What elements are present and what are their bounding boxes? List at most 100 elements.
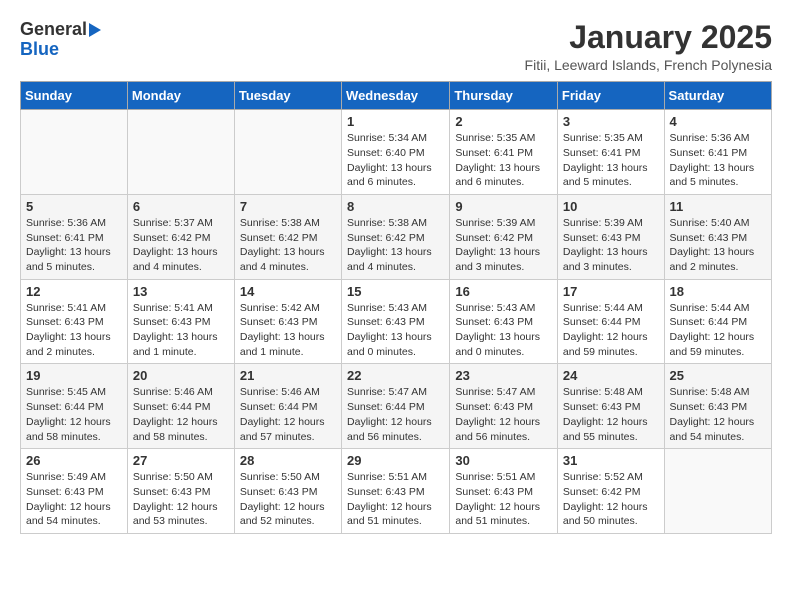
day-number: 24 xyxy=(563,368,659,383)
day-info: Sunrise: 5:49 AM Sunset: 6:43 PM Dayligh… xyxy=(26,470,122,529)
table-row xyxy=(21,110,128,195)
day-info: Sunrise: 5:41 AM Sunset: 6:43 PM Dayligh… xyxy=(133,301,229,360)
weekday-header-row: Sunday Monday Tuesday Wednesday Thursday… xyxy=(21,82,772,110)
day-info: Sunrise: 5:48 AM Sunset: 6:43 PM Dayligh… xyxy=(563,385,659,444)
header-sunday: Sunday xyxy=(21,82,128,110)
day-number: 14 xyxy=(240,284,336,299)
table-row: 30 Sunrise: 5:51 AM Sunset: 6:43 PM Dayli… xyxy=(450,449,558,534)
day-number: 28 xyxy=(240,453,336,468)
header-monday: Monday xyxy=(127,82,234,110)
day-number: 11 xyxy=(670,199,766,214)
day-number: 30 xyxy=(455,453,552,468)
day-info: Sunrise: 5:44 AM Sunset: 6:44 PM Dayligh… xyxy=(670,301,766,360)
table-row: 19 Sunrise: 5:45 AM Sunset: 6:44 PM Dayli… xyxy=(21,364,128,449)
table-row: 24 Sunrise: 5:48 AM Sunset: 6:43 PM Dayli… xyxy=(557,364,664,449)
logo-arrow-icon xyxy=(89,23,101,37)
day-info: Sunrise: 5:41 AM Sunset: 6:43 PM Dayligh… xyxy=(26,301,122,360)
day-info: Sunrise: 5:50 AM Sunset: 6:43 PM Dayligh… xyxy=(133,470,229,529)
location-subtitle: Fitii, Leeward Islands, French Polynesia xyxy=(525,57,772,73)
day-info: Sunrise: 5:43 AM Sunset: 6:43 PM Dayligh… xyxy=(347,301,444,360)
day-number: 16 xyxy=(455,284,552,299)
table-row: 1Sunrise: 5:34 AM Sunset: 6:40 PM Daylig… xyxy=(342,110,450,195)
day-number: 18 xyxy=(670,284,766,299)
table-row: 18 Sunrise: 5:44 AM Sunset: 6:44 PM Dayli… xyxy=(664,279,771,364)
day-info: Sunrise: 5:42 AM Sunset: 6:43 PM Dayligh… xyxy=(240,301,336,360)
day-number: 23 xyxy=(455,368,552,383)
day-number: 5 xyxy=(26,199,122,214)
table-row: 16 Sunrise: 5:43 AM Sunset: 6:43 PM Dayli… xyxy=(450,279,558,364)
table-row: 20Sunrise: 5:46 AM Sunset: 6:44 PM Dayli… xyxy=(127,364,234,449)
table-row: 12 Sunrise: 5:41 AM Sunset: 6:43 PM Dayli… xyxy=(21,279,128,364)
day-number: 6 xyxy=(133,199,229,214)
day-number: 3 xyxy=(563,114,659,129)
table-row: 14 Sunrise: 5:42 AM Sunset: 6:43 PM Dayli… xyxy=(234,279,341,364)
header-friday: Friday xyxy=(557,82,664,110)
logo: General Blue xyxy=(20,20,101,60)
day-info: Sunrise: 5:36 AM Sunset: 6:41 PM Dayligh… xyxy=(26,216,122,275)
title-block: January 2025 Fitii, Leeward Islands, Fre… xyxy=(525,20,772,73)
day-info: Sunrise: 5:44 AM Sunset: 6:44 PM Dayligh… xyxy=(563,301,659,360)
header: General Blue January 2025 Fitii, Leeward… xyxy=(20,20,772,73)
day-number: 19 xyxy=(26,368,122,383)
day-info: Sunrise: 5:36 AM Sunset: 6:41 PM Dayligh… xyxy=(670,131,766,190)
day-info: Sunrise: 5:48 AM Sunset: 6:43 PM Dayligh… xyxy=(670,385,766,444)
day-number: 12 xyxy=(26,284,122,299)
day-info: Sunrise: 5:51 AM Sunset: 6:43 PM Dayligh… xyxy=(455,470,552,529)
day-number: 8 xyxy=(347,199,444,214)
day-info: Sunrise: 5:38 AM Sunset: 6:42 PM Dayligh… xyxy=(240,216,336,275)
month-title: January 2025 xyxy=(525,20,772,55)
day-number: 17 xyxy=(563,284,659,299)
day-info: Sunrise: 5:50 AM Sunset: 6:43 PM Dayligh… xyxy=(240,470,336,529)
header-wednesday: Wednesday xyxy=(342,82,450,110)
day-info: Sunrise: 5:37 AM Sunset: 6:42 PM Dayligh… xyxy=(133,216,229,275)
table-row: 25 Sunrise: 5:48 AM Sunset: 6:43 PM Dayli… xyxy=(664,364,771,449)
day-number: 4 xyxy=(670,114,766,129)
table-row: 27Sunrise: 5:50 AM Sunset: 6:43 PM Dayli… xyxy=(127,449,234,534)
day-number: 29 xyxy=(347,453,444,468)
table-row: 29 Sunrise: 5:51 AM Sunset: 6:43 PM Dayli… xyxy=(342,449,450,534)
day-number: 9 xyxy=(455,199,552,214)
logo-general-text: General xyxy=(20,20,87,40)
table-row: 5 Sunrise: 5:36 AM Sunset: 6:41 PM Daylig… xyxy=(21,194,128,279)
calendar-week-row: 26 Sunrise: 5:49 AM Sunset: 6:43 PM Dayli… xyxy=(21,449,772,534)
day-number: 25 xyxy=(670,368,766,383)
header-saturday: Saturday xyxy=(664,82,771,110)
day-info: Sunrise: 5:46 AM Sunset: 6:44 PM Dayligh… xyxy=(133,385,229,444)
header-thursday: Thursday xyxy=(450,82,558,110)
table-row: 9Sunrise: 5:39 AM Sunset: 6:42 PM Daylig… xyxy=(450,194,558,279)
day-info: Sunrise: 5:40 AM Sunset: 6:43 PM Dayligh… xyxy=(670,216,766,275)
day-number: 7 xyxy=(240,199,336,214)
main-container: General Blue January 2025 Fitii, Leeward… xyxy=(0,0,792,544)
calendar-table: Sunday Monday Tuesday Wednesday Thursday… xyxy=(20,81,772,534)
day-info: Sunrise: 5:39 AM Sunset: 6:43 PM Dayligh… xyxy=(563,216,659,275)
table-row xyxy=(234,110,341,195)
table-row: 28 Sunrise: 5:50 AM Sunset: 6:43 PM Dayli… xyxy=(234,449,341,534)
day-info: Sunrise: 5:45 AM Sunset: 6:44 PM Dayligh… xyxy=(26,385,122,444)
day-info: Sunrise: 5:35 AM Sunset: 6:41 PM Dayligh… xyxy=(563,131,659,190)
table-row: 13 Sunrise: 5:41 AM Sunset: 6:43 PM Dayli… xyxy=(127,279,234,364)
day-info: Sunrise: 5:51 AM Sunset: 6:43 PM Dayligh… xyxy=(347,470,444,529)
day-info: Sunrise: 5:46 AM Sunset: 6:44 PM Dayligh… xyxy=(240,385,336,444)
table-row xyxy=(127,110,234,195)
day-info: Sunrise: 5:47 AM Sunset: 6:44 PM Dayligh… xyxy=(347,385,444,444)
table-row: 4 Sunrise: 5:36 AM Sunset: 6:41 PM Daylig… xyxy=(664,110,771,195)
day-info: Sunrise: 5:43 AM Sunset: 6:43 PM Dayligh… xyxy=(455,301,552,360)
table-row: 10 Sunrise: 5:39 AM Sunset: 6:43 PM Dayli… xyxy=(557,194,664,279)
day-number: 22 xyxy=(347,368,444,383)
calendar-week-row: 5 Sunrise: 5:36 AM Sunset: 6:41 PM Daylig… xyxy=(21,194,772,279)
table-row: 21 Sunrise: 5:46 AM Sunset: 6:44 PM Dayli… xyxy=(234,364,341,449)
day-number: 13 xyxy=(133,284,229,299)
day-number: 31 xyxy=(563,453,659,468)
header-tuesday: Tuesday xyxy=(234,82,341,110)
day-number: 26 xyxy=(26,453,122,468)
table-row: 26 Sunrise: 5:49 AM Sunset: 6:43 PM Dayli… xyxy=(21,449,128,534)
day-number: 21 xyxy=(240,368,336,383)
calendar-week-row: 12 Sunrise: 5:41 AM Sunset: 6:43 PM Dayli… xyxy=(21,279,772,364)
table-row: 15Sunrise: 5:43 AM Sunset: 6:43 PM Dayli… xyxy=(342,279,450,364)
day-info: Sunrise: 5:52 AM Sunset: 6:42 PM Dayligh… xyxy=(563,470,659,529)
table-row: 31 Sunrise: 5:52 AM Sunset: 6:42 PM Dayli… xyxy=(557,449,664,534)
table-row xyxy=(664,449,771,534)
day-number: 10 xyxy=(563,199,659,214)
day-info: Sunrise: 5:38 AM Sunset: 6:42 PM Dayligh… xyxy=(347,216,444,275)
day-info: Sunrise: 5:34 AM Sunset: 6:40 PM Dayligh… xyxy=(347,131,444,190)
